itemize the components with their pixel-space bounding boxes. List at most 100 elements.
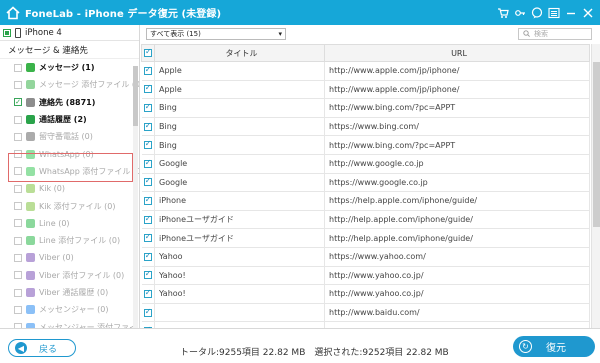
category-checkbox[interactable] xyxy=(14,288,22,297)
row-title: Bing xyxy=(154,135,325,155)
table-header: タイトル URL xyxy=(141,44,590,62)
row-checkbox-cell[interactable] xyxy=(141,266,155,286)
table-row[interactable]: Googlehttps://www.google.co.jp xyxy=(141,173,590,193)
row-checkbox-cell[interactable] xyxy=(141,284,155,304)
row-url: http://www.apple.com/jp/iphone/ xyxy=(324,61,590,81)
row-checkbox-cell[interactable] xyxy=(141,117,155,137)
table-row[interactable]: iPhoneユーザガイドhttp://help.apple.com/iphone… xyxy=(141,228,590,248)
category-checkbox[interactable] xyxy=(14,132,22,141)
table-row[interactable]: http://www.baidu.com/ xyxy=(141,303,590,323)
row-checkbox[interactable] xyxy=(143,176,152,187)
table-row[interactable]: iPhoneユーザガイドhttp://help.apple.com/iphone… xyxy=(141,210,590,230)
row-checkbox[interactable] xyxy=(143,139,152,150)
search-input[interactable]: 検索 xyxy=(518,28,592,40)
row-checkbox[interactable] xyxy=(143,288,152,298)
category-item[interactable]: Viber 添付ファイル (0) xyxy=(0,267,139,284)
row-url: http://www.bing.com/?pc=APPT xyxy=(324,98,590,118)
table-scroll-thumb[interactable] xyxy=(593,62,600,227)
category-checkbox[interactable] xyxy=(14,271,22,280)
sidebar-scroll-thumb[interactable] xyxy=(133,66,138,126)
window-title: FoneLab - iPhone データ復元 (未登録) xyxy=(25,9,222,20)
row-checkbox-cell[interactable] xyxy=(141,228,155,248)
row-checkbox-cell[interactable] xyxy=(141,154,155,174)
row-checkbox[interactable] xyxy=(143,269,152,280)
row-checkbox[interactable] xyxy=(143,307,152,317)
sidebar-scrollbar[interactable] xyxy=(133,66,138,328)
category-icon xyxy=(26,288,35,297)
category-checkbox[interactable] xyxy=(14,63,22,72)
category-item[interactable]: Kik 添付ファイル (0) xyxy=(0,197,139,214)
column-header-url[interactable]: URL xyxy=(324,44,590,62)
category-item[interactable]: メッセンジャー 添付ファイル (0) xyxy=(0,318,139,328)
row-checkbox[interactable] xyxy=(143,158,152,168)
chat-icon[interactable] xyxy=(528,4,545,21)
category-item[interactable]: Kik (0) xyxy=(0,180,139,197)
category-checkbox[interactable]: ✓ xyxy=(14,98,22,107)
category-item[interactable]: Viber 通話履歴 (0) xyxy=(0,284,139,301)
table-row[interactable]: Binghttps://www.bing.com/ xyxy=(141,117,590,137)
table-row[interactable]: Yahoo!http://www.yahoo.co.jp/ xyxy=(141,266,590,286)
category-checkbox[interactable] xyxy=(14,219,22,228)
category-checkbox[interactable] xyxy=(14,305,22,314)
row-checkbox[interactable] xyxy=(143,251,152,261)
row-checkbox-cell[interactable] xyxy=(141,210,155,230)
device-checkbox[interactable] xyxy=(3,28,11,37)
row-checkbox[interactable] xyxy=(143,65,152,75)
category-checkbox[interactable] xyxy=(14,202,22,211)
row-checkbox[interactable] xyxy=(143,121,152,131)
filter-dropdown[interactable]: すべて表示 (15) ▾ xyxy=(146,28,286,40)
category-item[interactable]: 留守番電話 (0) xyxy=(0,128,139,145)
table-row[interactable]: Yahoohttps://www.yahoo.com/ xyxy=(141,247,590,267)
table-scrollbar[interactable] xyxy=(591,44,600,328)
category-icon xyxy=(26,115,35,125)
table-row[interactable]: Applehttp://www.apple.com/jp/iphone/ xyxy=(141,61,590,81)
restore-button[interactable]: ↻ 復元 xyxy=(513,336,595,357)
row-checkbox-cell[interactable] xyxy=(141,80,155,100)
select-all-cell[interactable] xyxy=(141,44,155,62)
device-row[interactable]: iPhone 4 xyxy=(0,25,139,41)
back-button[interactable]: ◀ 戻る xyxy=(8,339,76,357)
row-checkbox-cell[interactable] xyxy=(141,247,155,267)
row-checkbox-cell[interactable] xyxy=(141,173,155,193)
category-item[interactable]: Line (0) xyxy=(0,215,139,232)
row-checkbox[interactable] xyxy=(143,214,152,224)
category-checkbox[interactable] xyxy=(14,115,22,124)
cart-icon[interactable] xyxy=(494,4,511,21)
row-url: http://www.yahoo.co.jp/ xyxy=(324,284,590,304)
category-item[interactable]: ✓ 連絡先 (8871) xyxy=(0,94,139,111)
row-checkbox-cell[interactable] xyxy=(141,135,155,155)
category-checkbox[interactable] xyxy=(14,236,22,245)
category-label: Kik 添付ファイル (0) xyxy=(39,201,116,211)
category-item[interactable]: 通話履歴 (2) xyxy=(0,111,139,128)
row-checkbox[interactable] xyxy=(143,195,152,205)
row-checkbox-cell[interactable] xyxy=(141,303,155,323)
status-text: トータル:9255項目 22.82 MB 選択された:9252項目 22.82 … xyxy=(180,348,449,358)
category-item[interactable]: Viber (0) xyxy=(0,249,139,266)
table-row[interactable]: Yahoo!http://www.yahoo.co.jp/ xyxy=(141,284,590,304)
category-checkbox[interactable] xyxy=(14,80,22,89)
table-row[interactable]: Applehttp://www.apple.com/jp/iphone/ xyxy=(141,80,590,100)
row-checkbox[interactable] xyxy=(143,232,152,243)
menu-icon[interactable] xyxy=(545,4,562,21)
column-header-title[interactable]: タイトル xyxy=(154,44,325,62)
category-item[interactable]: メッセージ (1) xyxy=(0,59,139,76)
table-row[interactable]: Googlehttp://www.google.co.jp xyxy=(141,154,590,174)
category-checkbox[interactable] xyxy=(14,184,22,193)
table-row[interactable]: Binghttp://www.bing.com/?pc=APPT xyxy=(141,98,590,118)
minimize-icon[interactable] xyxy=(562,4,579,21)
row-checkbox-cell[interactable] xyxy=(141,98,155,118)
category-label: 連絡先 (8871) xyxy=(39,97,96,107)
select-all-checkbox[interactable] xyxy=(144,47,152,57)
table-row[interactable]: Binghttp://www.bing.com/?pc=APPT xyxy=(141,135,590,155)
row-checkbox-cell[interactable] xyxy=(141,191,155,211)
row-checkbox[interactable] xyxy=(143,83,152,94)
category-item[interactable]: Line 添付ファイル (0) xyxy=(0,232,139,249)
row-checkbox[interactable] xyxy=(143,102,152,112)
key-icon[interactable] xyxy=(511,4,528,21)
category-item[interactable]: メッセージ 添付ファイル (0) xyxy=(0,76,139,93)
category-checkbox[interactable] xyxy=(14,253,22,262)
category-item[interactable]: メッセンジャー (0) xyxy=(0,301,139,318)
table-row[interactable]: iPhonehttps://help.apple.com/iphone/guid… xyxy=(141,191,590,211)
close-icon[interactable] xyxy=(579,4,596,21)
row-checkbox-cell[interactable] xyxy=(141,61,155,81)
